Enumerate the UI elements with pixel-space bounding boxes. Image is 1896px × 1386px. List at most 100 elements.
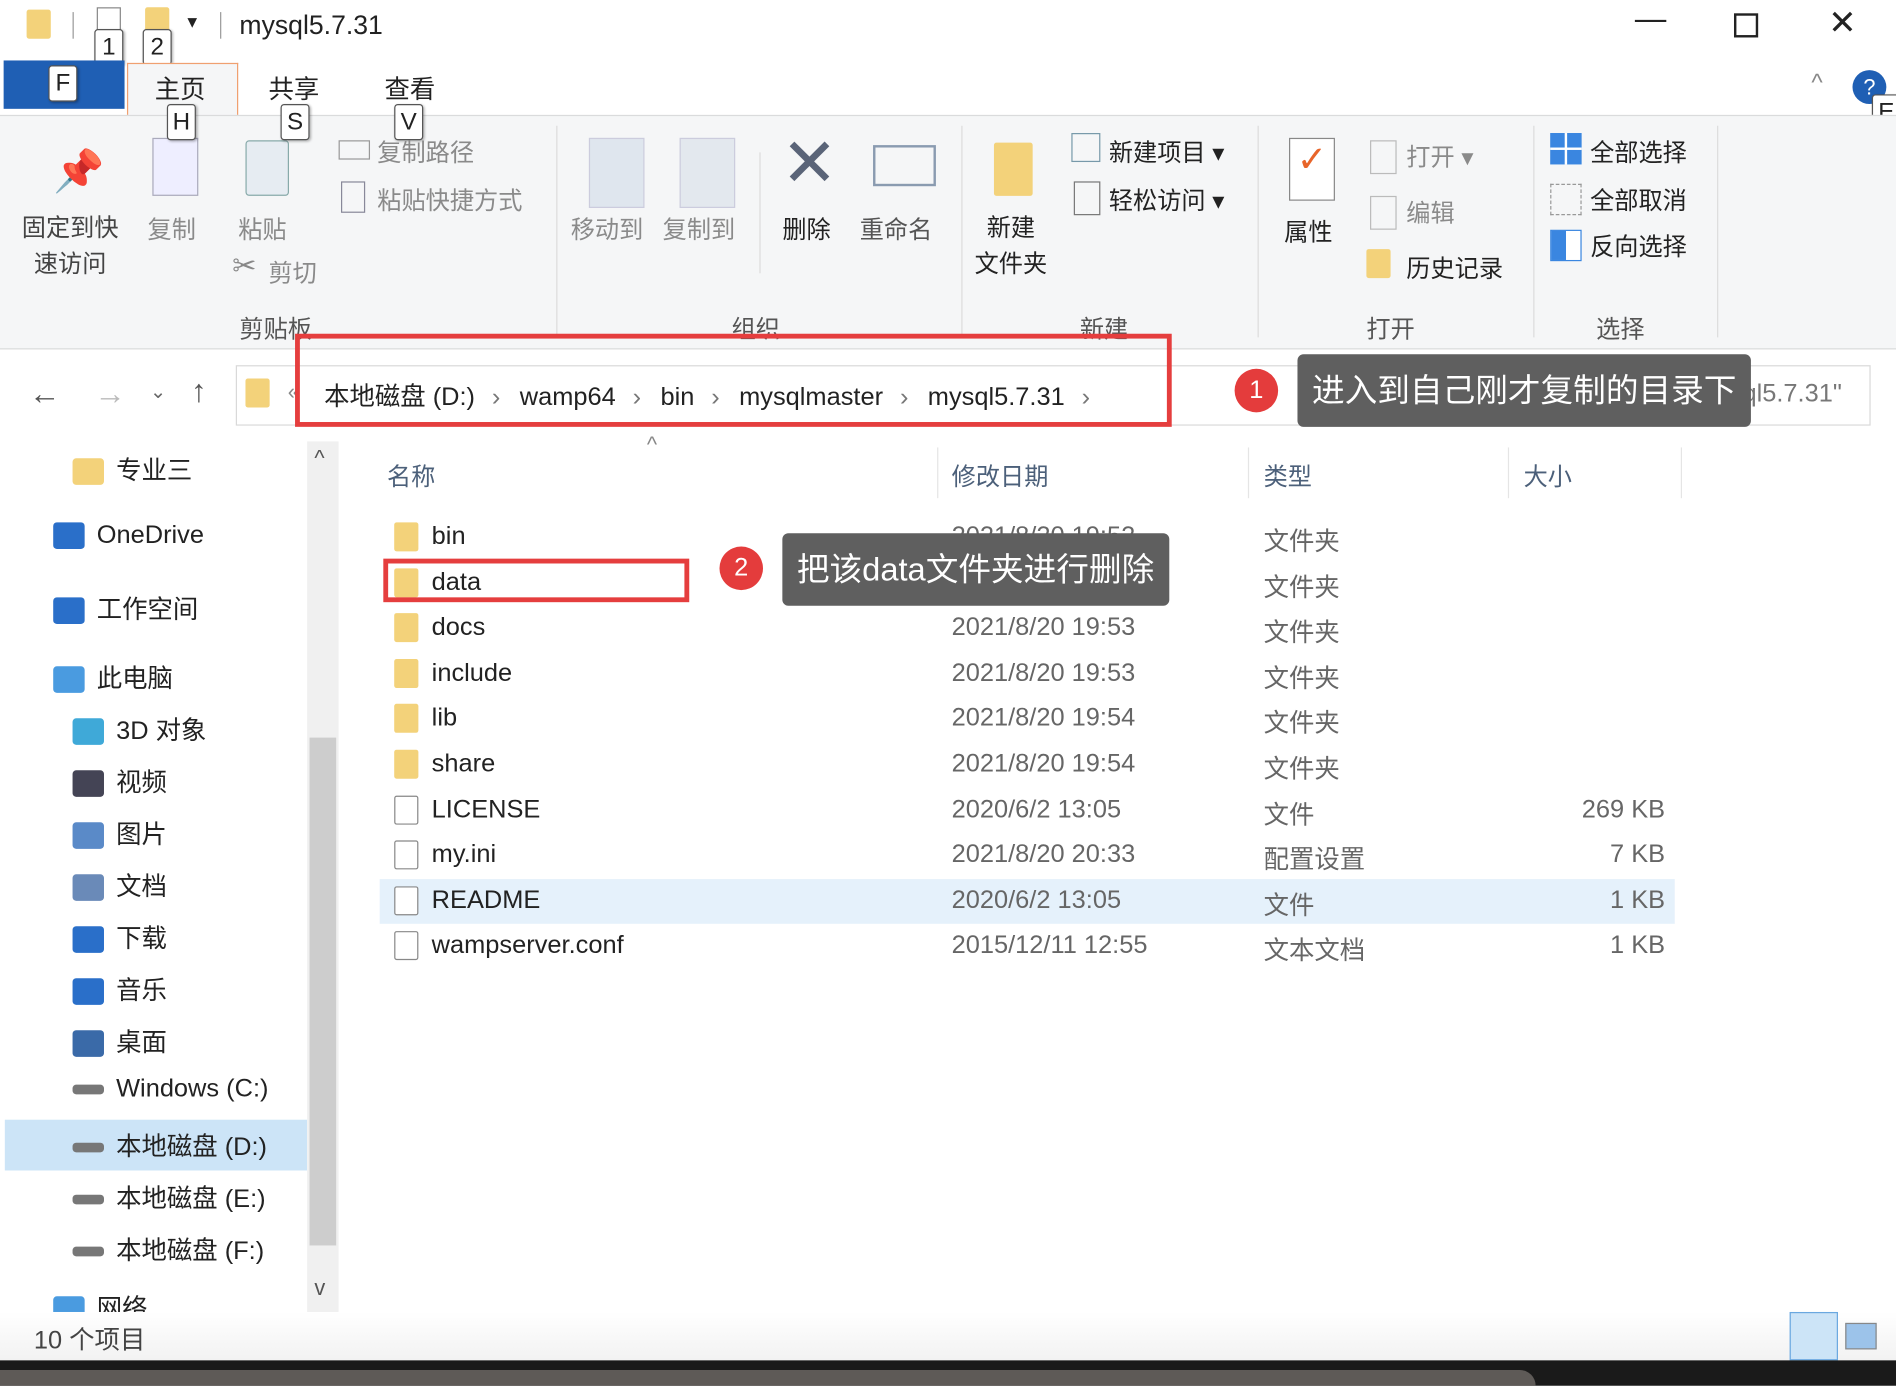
- nav-item[interactable]: 本地磁盘 (E:): [72, 1179, 266, 1215]
- properties-button[interactable]: 属性: [1284, 213, 1332, 248]
- file-type: 文件夹: [1263, 619, 1340, 648]
- nav-item[interactable]: 下载: [72, 919, 167, 955]
- copy-path-button[interactable]: 复制路径: [377, 133, 474, 168]
- divider: [1507, 447, 1510, 499]
- customize-quick-access-icon[interactable]: ▾: [187, 10, 197, 34]
- column-header-date[interactable]: 修改日期: [952, 457, 1049, 492]
- back-button[interactable]: ←: [29, 375, 60, 412]
- tab-share[interactable]: 共享: [268, 70, 319, 106]
- divider: [72, 12, 74, 39]
- pin-to-quick-access-button[interactable]: 固定到快 速访问: [22, 210, 119, 283]
- forward-button[interactable]: →: [94, 375, 125, 412]
- file-date: 2020/6/2 13:05: [951, 795, 1122, 823]
- new-item-button[interactable]: 新建项目 ▾: [1109, 133, 1225, 168]
- nav-item[interactable]: OneDrive: [53, 521, 204, 550]
- new-item-icon: [1071, 133, 1101, 163]
- pictures-icon: [72, 822, 104, 850]
- properties-icon: ✓: [1289, 137, 1335, 201]
- close-button[interactable]: ✕: [1828, 2, 1856, 42]
- file-name: share: [431, 749, 496, 778]
- file-row[interactable]: my.ini 2021/8/20 20:33 配置设置 7 KB: [380, 833, 1675, 878]
- file-row[interactable]: share 2021/8/20 19:54 文件夹: [380, 742, 1675, 787]
- tab-home-label: 主页: [154, 76, 206, 104]
- pin-icon: 📌: [53, 148, 105, 195]
- nav-item[interactable]: 视频: [72, 763, 167, 799]
- maximize-button[interactable]: [1733, 13, 1759, 38]
- column-header-name[interactable]: 名称: [387, 457, 435, 492]
- invert-selection-icon: [1550, 229, 1582, 262]
- edit-button[interactable]: 编辑: [1406, 193, 1454, 228]
- navigation-pane: 专业三 OneDrive 工作空间此电脑 3D 对象视频图片文档下载音乐桌面 Windo…: [0, 441, 308, 1312]
- nav-item[interactable]: 此电脑: [53, 659, 173, 695]
- paste-shortcut-button[interactable]: 粘贴快捷方式: [377, 181, 522, 216]
- nav-item[interactable]: 网络: [53, 1289, 148, 1312]
- downloads-icon: [72, 926, 104, 954]
- cut-button[interactable]: 剪切: [268, 254, 316, 289]
- column-header-type[interactable]: 类型: [1264, 457, 1312, 492]
- column-header-size[interactable]: 大小: [1524, 457, 1572, 492]
- easy-access-button[interactable]: 轻松访问 ▾: [1109, 181, 1225, 216]
- nav-item[interactable]: 音乐: [72, 971, 167, 1007]
- nav-scrollbar[interactable]: ^ v: [307, 441, 339, 1312]
- history-button[interactable]: 历史记录: [1406, 249, 1503, 284]
- copy-button[interactable]: 复制: [148, 210, 196, 245]
- cloud-icon: [53, 597, 85, 625]
- nav-item[interactable]: 本地磁盘 (D:): [72, 1127, 267, 1163]
- nav-item[interactable]: Windows (C:): [72, 1074, 269, 1104]
- nav-item[interactable]: 本地磁盘 (F:): [72, 1231, 264, 1267]
- details-view-button[interactable]: [1789, 1311, 1838, 1361]
- file-type: 文件夹: [1263, 528, 1340, 557]
- nav-item[interactable]: 桌面: [72, 1023, 167, 1059]
- tab-view[interactable]: 查看: [385, 70, 436, 106]
- new-folder-button[interactable]: 新建 文件夹: [975, 210, 1048, 283]
- file-name: lib: [431, 704, 458, 733]
- select-all-button[interactable]: 全部选择: [1590, 133, 1687, 168]
- collapse-ribbon-icon[interactable]: ^: [1811, 70, 1822, 98]
- nav-item[interactable]: 工作空间: [53, 590, 198, 626]
- file-date: 2021/8/20 20:33: [951, 840, 1136, 869]
- file-name: LICENSE: [431, 795, 541, 823]
- file-type: 文件: [1263, 892, 1315, 920]
- minimize-button[interactable]: —: [1635, 0, 1666, 37]
- file-row[interactable]: wampserver.conf 2015/12/11 12:55 文本文档 1 KB: [380, 924, 1675, 969]
- folder-icon: [245, 378, 270, 408]
- scroll-down-icon[interactable]: v: [314, 1276, 325, 1301]
- nav-item[interactable]: 专业三: [72, 451, 192, 487]
- file-size: 1 KB: [1610, 886, 1666, 914]
- move-to-button[interactable]: 移动到: [571, 210, 644, 245]
- divider: [1533, 125, 1535, 338]
- scrollbar-thumb[interactable]: [309, 737, 337, 1246]
- file-row[interactable]: docs 2021/8/20 19:53 文件夹: [380, 606, 1675, 651]
- file-size: 1 KB: [1610, 931, 1666, 960]
- nav-item[interactable]: 3D 对象: [72, 711, 206, 747]
- history-icon: [1366, 249, 1391, 279]
- copy-to-button[interactable]: 复制到: [663, 210, 736, 245]
- rename-button[interactable]: 重命名: [860, 210, 933, 245]
- invert-selection-button[interactable]: 反向选择: [1590, 227, 1687, 262]
- large-icons-view-button[interactable]: [1845, 1322, 1877, 1350]
- select-none-button[interactable]: 全部取消: [1590, 181, 1687, 216]
- divider: [1257, 125, 1259, 338]
- nav-item[interactable]: 文档: [72, 867, 167, 903]
- file-row[interactable]: include 2021/8/20 19:53 文件夹: [380, 652, 1675, 697]
- divider: [1717, 125, 1719, 338]
- delete-button[interactable]: 删除: [782, 210, 830, 245]
- folder-icon: [394, 749, 419, 779]
- item-count: 10 个项目: [33, 1326, 146, 1355]
- open-button[interactable]: 打开 ▾: [1406, 138, 1473, 173]
- scroll-up-icon[interactable]: ^: [314, 446, 324, 471]
- file-row[interactable]: LICENSE 2020/6/2 13:05 文件 269 KB: [380, 788, 1675, 833]
- paste-button[interactable]: 粘贴: [238, 210, 286, 245]
- nav-item[interactable]: 图片: [72, 815, 167, 851]
- 3d-objects-icon: [72, 718, 104, 746]
- file-type: 文件夹: [1263, 755, 1340, 784]
- folder-icon: [72, 458, 104, 486]
- up-button[interactable]: ↑: [191, 372, 207, 409]
- file-row[interactable]: README 2020/6/2 13:05 文件 1 KB: [379, 878, 1675, 924]
- file-row[interactable]: lib 2021/8/20 19:54 文件夹: [380, 697, 1675, 742]
- file-type: 文本文档: [1263, 937, 1366, 966]
- recent-locations-icon[interactable]: ⌄: [150, 380, 166, 404]
- window-title: mysql5.7.31: [239, 9, 383, 40]
- desktop-icon: [72, 1030, 104, 1058]
- nav-item-label: Windows (C:): [116, 1074, 269, 1103]
